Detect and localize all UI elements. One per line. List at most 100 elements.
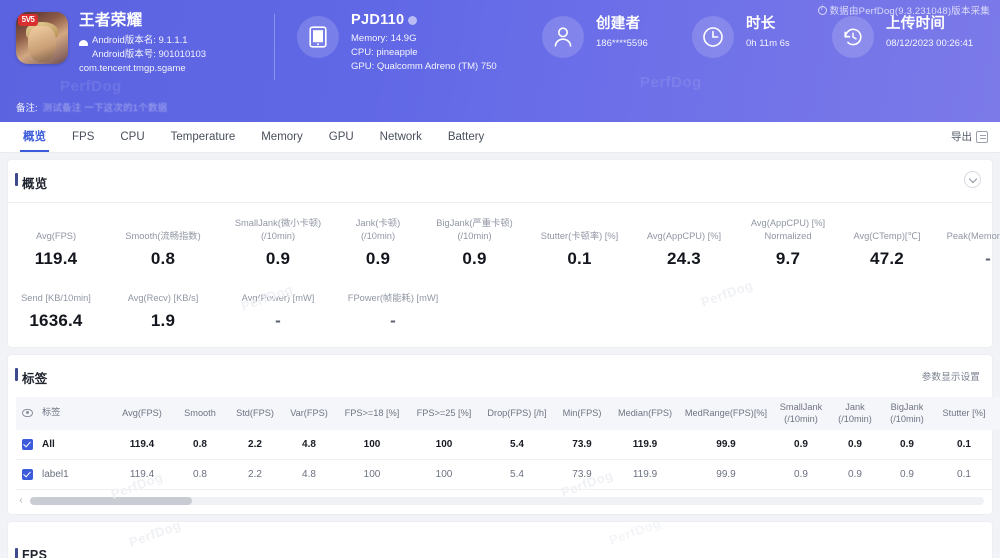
eye-icon[interactable]	[22, 409, 33, 417]
table-cell: 0.1	[934, 430, 994, 460]
metric-value: 9.7	[736, 249, 840, 269]
tab-battery[interactable]: Battery	[435, 122, 497, 152]
row-checkbox[interactable]	[22, 469, 33, 480]
table-header-label: Stutter [%]	[936, 408, 992, 420]
tab-temperature[interactable]: Temperature	[158, 122, 249, 152]
device-memory: Memory: 14.9G	[351, 32, 497, 46]
overview-metrics-row-1: Avg(FPS)119.4 Smooth(流畅指数) 0.8 SmallJank(微…	[8, 203, 992, 273]
duration-value: 0h 11m 6s	[746, 37, 790, 51]
metric-sublabel: Normalized	[736, 230, 840, 243]
tag-name: label1	[42, 469, 69, 480]
tab-fps[interactable]: FPS	[59, 122, 107, 152]
app-icon: 5V5	[16, 12, 68, 64]
info-icon[interactable]	[408, 16, 417, 25]
tab-memory[interactable]: Memory	[248, 122, 316, 152]
phone-icon-circle	[297, 16, 339, 58]
app-info-block: 5V5 王者荣耀 Android版本名: 9.1.1.1 Android版本号:…	[16, 12, 266, 76]
header-divider	[274, 14, 275, 80]
label-spacer	[8, 217, 104, 230]
scrollbar-track[interactable]	[30, 497, 984, 505]
history-icon-circle	[832, 16, 874, 58]
android-icon	[79, 38, 88, 47]
app-name: 王者荣耀	[79, 12, 206, 29]
metric-item: Send [KB/10min]1636.4	[8, 279, 104, 331]
tag-name: All	[42, 439, 55, 450]
table-header-cell: Jank(/10min)	[830, 397, 880, 430]
overview-card: 概览 Avg(FPS)119.4 Smooth(流畅指数) 0.8 SmallJan…	[8, 160, 992, 347]
metric-value: 0.1	[527, 249, 632, 269]
table-row[interactable]: All119.40.82.24.81001005.473.9119.999.90…	[16, 430, 1000, 460]
table-cell: 100	[408, 460, 480, 490]
metric-label: Smooth(流畅指数)	[104, 230, 222, 243]
duration-block: 时长 0h 11m 6s	[692, 12, 832, 58]
app-package-name: com.tencent.tmgp.sgame	[79, 62, 206, 76]
table-cell: 73.9	[554, 460, 610, 490]
creator-block: 创建者 186****5596	[542, 12, 692, 58]
table-header-label: Min(FPS)	[556, 408, 608, 420]
table-cell: 0.9	[772, 430, 830, 460]
creator-value: 186****5596	[596, 37, 648, 51]
table-cell: 5.4	[480, 460, 554, 490]
table-header-cell: Std(FPS)	[228, 397, 282, 430]
metric-item: Peak(Memory) [MB]-	[934, 217, 1000, 269]
table-header-label: MedRange(FPS)[%]	[682, 408, 770, 420]
scroll-left-icon[interactable]: ‹	[16, 496, 26, 506]
label-spacer	[934, 217, 1000, 230]
row-checkbox[interactable]	[22, 439, 33, 450]
tab-概览[interactable]: 概览	[10, 122, 59, 152]
export-label: 导出	[951, 122, 972, 152]
overview-title: 概览	[8, 160, 992, 202]
table-cell: 2.2	[228, 460, 282, 490]
metric-label: FPower(帧能耗) [mW]	[334, 292, 452, 305]
horizontal-scrollbar[interactable]: ‹	[8, 490, 992, 514]
metric-item: Avg(Recv) [KB/s]1.9	[104, 279, 222, 331]
remark-row: 备注: 测试备注 一下这次的1个数据	[16, 100, 167, 114]
label-spacer	[840, 217, 934, 230]
table-cell: 0	[994, 430, 1000, 460]
table-cell-tag-name: label1	[16, 460, 112, 490]
export-icon	[976, 131, 988, 143]
tab-cpu[interactable]: CPU	[107, 122, 157, 152]
scrollbar-thumb[interactable]	[30, 497, 192, 505]
metric-sublabel: (/10min)	[334, 230, 422, 243]
table-header-cell: MedRange(FPS)[%]	[680, 397, 772, 430]
metric-sublabel: (/10min)	[222, 230, 334, 243]
chevron-down-icon[interactable]	[964, 171, 981, 188]
table-header-cell: SmallJank(/10min)	[772, 397, 830, 430]
device-gpu: GPU: Qualcomm Adreno (TM) 750	[351, 60, 497, 74]
metric-tabbar: 概览FPSCPUTemperatureMemoryGPUNetworkBatte…	[0, 122, 1000, 153]
history-icon	[842, 26, 864, 48]
user-icon-circle	[542, 16, 584, 58]
metric-value: 0.8	[104, 249, 222, 269]
metric-label: Avg(AppCPU) [%]	[736, 217, 840, 230]
param-settings-link[interactable]: 参数显示设置	[922, 369, 980, 383]
metric-label: Jank(卡顿)	[334, 217, 422, 230]
metric-item: Avg(FPS)119.4	[8, 217, 104, 269]
table-header-sublabel: (/10min)	[774, 414, 828, 426]
metric-label: Avg(FPS)	[8, 230, 104, 243]
table-cell: 100	[336, 460, 408, 490]
table-row[interactable]: label1119.40.82.24.81001005.473.9119.999…	[16, 460, 1000, 490]
fps-title: FPS	[8, 522, 992, 558]
table-cell: 0.1	[934, 460, 994, 490]
label-spacer	[8, 279, 104, 292]
metric-value: -	[934, 249, 1000, 269]
tab-gpu[interactable]: GPU	[316, 122, 367, 152]
table-cell: 100	[408, 430, 480, 460]
metric-value: 0.9	[222, 249, 334, 269]
device-model: PJD110	[351, 12, 404, 28]
tab-network[interactable]: Network	[367, 122, 435, 152]
table-header-cell: Stutter [%]	[934, 397, 994, 430]
table-header-cell: Smooth	[172, 397, 228, 430]
label-spacer	[334, 279, 452, 292]
label-spacer	[632, 217, 736, 230]
table-header-cell: Drop(FPS) [/h]	[480, 397, 554, 430]
metric-label: SmallJank(微小卡顿)	[222, 217, 334, 230]
table-header-label: Var(FPS)	[284, 408, 334, 420]
metric-value: 0.9	[422, 249, 527, 269]
metric-label: Send [KB/10min]	[8, 292, 104, 305]
upload-time-block: 上传时间 08/12/2023 00:26:41	[832, 12, 973, 58]
export-button[interactable]: 导出	[951, 122, 988, 152]
app-version-name-row: Android版本名: 9.1.1.1 Android版本号: 90101010…	[79, 34, 206, 62]
metric-item: Stutter(卡顿率) [%]0.1	[527, 217, 632, 269]
